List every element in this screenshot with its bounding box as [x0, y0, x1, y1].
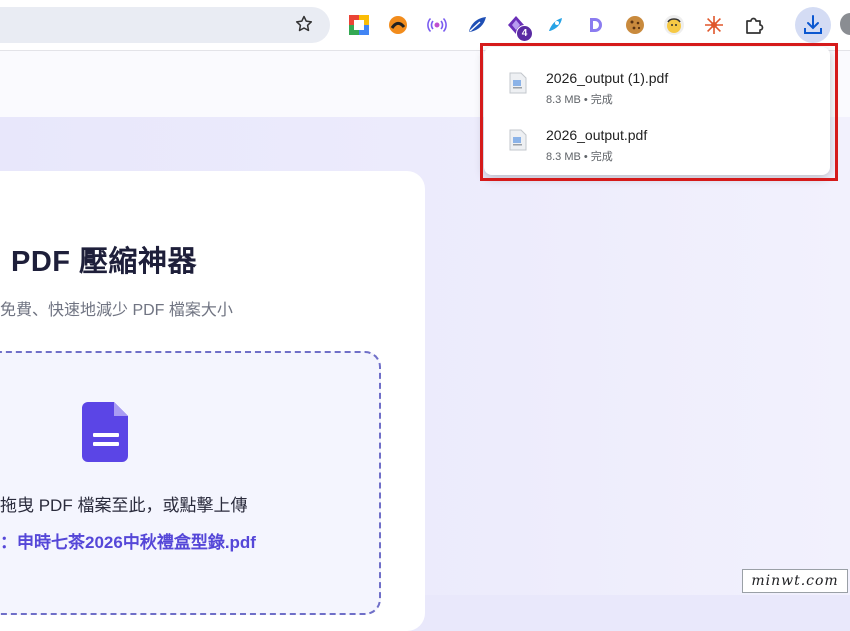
browser-toolbar: 4: [0, 0, 850, 51]
download-status: 8.3 MB • 完成: [546, 94, 613, 106]
download-icon: [804, 15, 822, 34]
downloads-popup: 2026_output (1).pdf 8.3 MB • 完成 2026_out…: [484, 47, 830, 175]
broadcast-extension-icon[interactable]: [426, 14, 448, 36]
download-item[interactable]: 2026_output.pdf 8.3 MB • 完成: [484, 118, 830, 174]
document-icon: [82, 402, 128, 462]
puzzle-extensions-icon[interactable]: [743, 14, 765, 36]
bookmark-star-icon[interactable]: [294, 14, 314, 34]
d-letter-extension-icon[interactable]: [584, 14, 606, 36]
orange-swirl-extension-icon[interactable]: [387, 14, 409, 36]
dropzone-instructions: 拖曳 PDF 檔案至此，或點擊上傳: [0, 496, 248, 515]
rocket-extension-icon[interactable]: [544, 14, 566, 36]
selected-file-name: ：申時七茶2026中秋禮盒型錄.pdf: [0, 533, 256, 552]
google-keep-extension-icon[interactable]: [348, 14, 370, 36]
download-status: 8.3 MB • 完成: [546, 151, 613, 163]
blue-feather-extension-icon[interactable]: [466, 14, 488, 36]
extension-badge: 4: [516, 25, 533, 42]
upload-dropzone[interactable]: [0, 351, 381, 615]
download-item[interactable]: 2026_output (1).pdf 8.3 MB • 完成: [484, 61, 830, 117]
download-filename: 2026_output.pdf: [546, 127, 648, 143]
face-extension-icon[interactable]: [663, 14, 685, 36]
watermark: minwt.com: [742, 569, 848, 593]
page-title: PDF 壓縮神器: [11, 246, 198, 278]
download-filename: 2026_output (1).pdf: [546, 70, 669, 86]
profile-avatar[interactable]: [840, 13, 850, 35]
pdf-file-icon: [509, 129, 527, 151]
address-bar[interactable]: [0, 7, 330, 43]
cookie-extension-icon[interactable]: [624, 14, 646, 36]
pdf-file-icon: [509, 72, 527, 94]
page-subtitle: 免費、快速地減少 PDF 檔案大小: [0, 302, 233, 319]
sun-extension-icon[interactable]: [703, 14, 725, 36]
downloads-button[interactable]: [795, 7, 831, 43]
